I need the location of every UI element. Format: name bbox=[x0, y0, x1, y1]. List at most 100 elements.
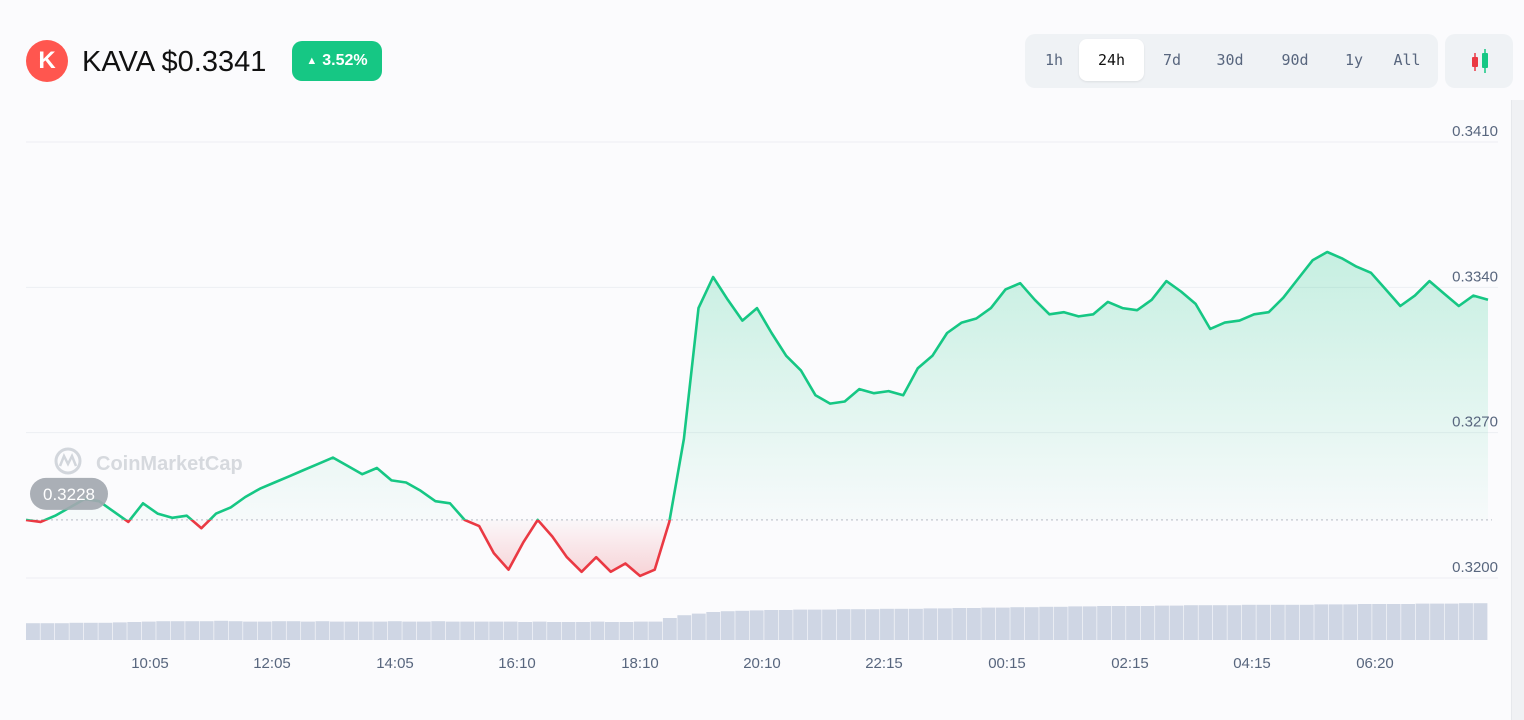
volume-bar bbox=[1285, 604, 1300, 640]
volume-bar bbox=[1198, 605, 1213, 640]
volume-bar bbox=[156, 621, 171, 640]
volume-bar bbox=[329, 621, 344, 640]
volume-bar bbox=[54, 623, 69, 640]
volume-bar bbox=[1343, 604, 1358, 640]
volume-bar bbox=[286, 621, 301, 640]
volume-bar bbox=[1473, 603, 1488, 640]
range-tab-30d[interactable]: 30d bbox=[1203, 39, 1257, 81]
volume-bar bbox=[966, 608, 981, 640]
volume-bar bbox=[764, 610, 779, 640]
volume-bar bbox=[489, 621, 504, 640]
volume-bar bbox=[532, 621, 547, 640]
x-tick-label: 20:10 bbox=[743, 655, 781, 672]
chart-header: K KAVA $0.3341 ▲ 3.52% 1h 24h 7d 30d 90d… bbox=[0, 0, 1524, 110]
volume-bar bbox=[1227, 605, 1242, 640]
volume-bar bbox=[923, 608, 938, 640]
volume-bar bbox=[1314, 604, 1329, 640]
y-tick-label: 0.3200 bbox=[1452, 559, 1498, 576]
price-chart-svg[interactable]: CoinMarketCap 0.3228 0.3410 0.3340 0.3270 0… bbox=[0, 100, 1510, 720]
x-tick-label: 18:10 bbox=[621, 655, 659, 672]
volume-bar bbox=[301, 621, 315, 640]
chart-type-button[interactable] bbox=[1445, 34, 1513, 88]
volume-bar bbox=[416, 621, 431, 640]
volume-bar bbox=[344, 621, 359, 640]
volume-bar bbox=[1430, 603, 1444, 640]
volume-bar bbox=[127, 622, 142, 640]
range-tab-1y[interactable]: 1y bbox=[1334, 39, 1374, 81]
volume-bar bbox=[1024, 607, 1039, 640]
time-range-selector: 1h 24h 7d 30d 90d 1y All bbox=[1025, 34, 1438, 88]
volume-bar bbox=[358, 621, 373, 640]
x-tick-label: 16:10 bbox=[498, 655, 536, 672]
volume-bar bbox=[1386, 604, 1401, 640]
x-tick-label: 04:15 bbox=[1233, 655, 1271, 672]
volume-bar bbox=[1256, 604, 1271, 640]
volume-bar bbox=[431, 621, 446, 640]
volume-bar bbox=[691, 613, 706, 640]
page-scrollbar[interactable] bbox=[1511, 100, 1524, 720]
volume-bar bbox=[387, 621, 402, 640]
price-area bbox=[26, 252, 1488, 576]
volume-bar bbox=[1010, 607, 1025, 640]
range-tab-1h[interactable]: 1h bbox=[1035, 39, 1073, 81]
watermark-text: CoinMarketCap bbox=[96, 453, 243, 475]
x-tick-label: 12:05 bbox=[253, 655, 291, 672]
volume-bar bbox=[937, 608, 952, 640]
volume-bar bbox=[648, 621, 663, 640]
price-change-value: 3.52% bbox=[322, 52, 368, 69]
x-tick-label: 06:20 bbox=[1356, 655, 1394, 672]
volume-bar bbox=[1169, 605, 1184, 640]
range-tab-all[interactable]: All bbox=[1386, 39, 1428, 81]
volume-bar bbox=[619, 622, 634, 640]
volume-bar bbox=[662, 618, 677, 640]
volume-bar bbox=[185, 621, 200, 640]
price-change-badge: ▲ 3.52% bbox=[292, 41, 382, 81]
volume-bar bbox=[908, 608, 923, 640]
x-tick-label: 00:15 bbox=[988, 655, 1026, 672]
y-tick-label: 0.3340 bbox=[1452, 268, 1498, 285]
x-tick-label: 22:15 bbox=[865, 655, 903, 672]
range-tab-7d[interactable]: 7d bbox=[1152, 39, 1192, 81]
volume-bar bbox=[170, 621, 185, 640]
kava-logo: K bbox=[26, 40, 68, 82]
volume-bar bbox=[1068, 606, 1083, 640]
volume-bar bbox=[1459, 603, 1473, 640]
volume-bar bbox=[474, 621, 489, 640]
volume-bar bbox=[315, 621, 330, 640]
triangle-up-icon: ▲ bbox=[306, 55, 318, 67]
volume-bar bbox=[735, 610, 750, 640]
y-tick-label: 0.3270 bbox=[1452, 414, 1498, 431]
y-tick-label: 0.3410 bbox=[1452, 123, 1498, 140]
volume-bars bbox=[26, 603, 1488, 640]
volume-bar bbox=[1241, 604, 1256, 640]
range-tab-24h[interactable]: 24h bbox=[1079, 39, 1144, 81]
volume-bar bbox=[880, 608, 894, 640]
volume-bar bbox=[590, 621, 605, 640]
range-tab-90d[interactable]: 90d bbox=[1268, 39, 1322, 81]
volume-bar bbox=[706, 612, 721, 640]
volume-bar bbox=[1415, 603, 1430, 640]
price-area-up bbox=[45, 252, 1488, 520]
volume-bar bbox=[749, 610, 764, 640]
volume-bar bbox=[112, 622, 127, 640]
volume-bar bbox=[1299, 604, 1314, 640]
volume-bar bbox=[141, 621, 156, 640]
volume-bar bbox=[1357, 604, 1372, 640]
volume-bar bbox=[98, 622, 113, 640]
volume-bar bbox=[807, 609, 822, 640]
volume-bar bbox=[243, 621, 258, 640]
volume-bar bbox=[272, 621, 286, 640]
volume-bar bbox=[793, 609, 808, 640]
candlestick-icon bbox=[1472, 49, 1488, 73]
volume-bar bbox=[518, 622, 533, 640]
volume-bar bbox=[1140, 606, 1155, 640]
coinmarketcap-watermark: CoinMarketCap bbox=[54, 447, 243, 475]
price-chart[interactable]: CoinMarketCap 0.3228 0.3410 0.3340 0.3270 0… bbox=[0, 100, 1524, 720]
volume-bar bbox=[778, 610, 793, 640]
volume-bar bbox=[720, 611, 735, 640]
open-price-label: 0.3228 bbox=[43, 485, 95, 504]
volume-bar bbox=[1082, 606, 1097, 640]
coin-price-title: KAVA $0.3341 bbox=[82, 46, 267, 78]
x-axis: 10:05 12:05 14:05 16:10 18:10 20:10 22:15 00:15… bbox=[131, 655, 1394, 672]
volume-bar bbox=[952, 608, 967, 640]
